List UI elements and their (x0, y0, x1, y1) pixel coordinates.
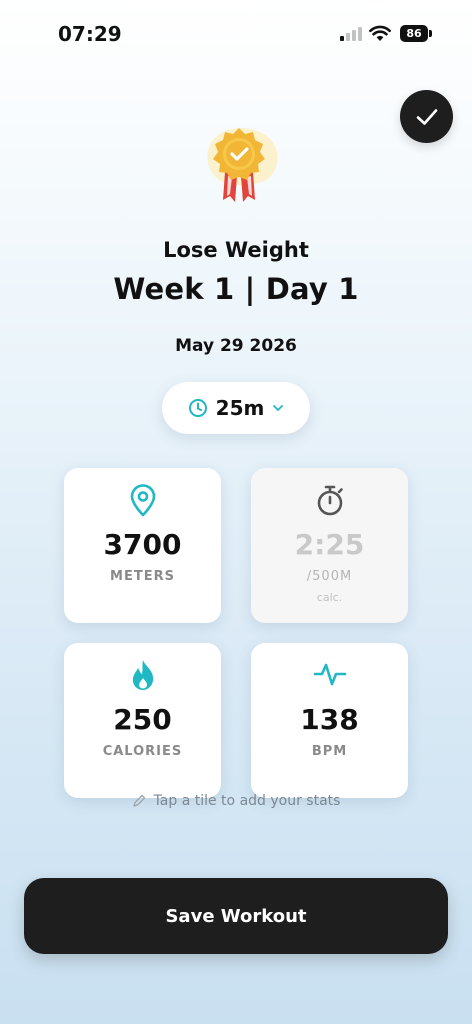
battery-indicator: 86 (400, 25, 432, 42)
heart-rate-value: 138 (300, 703, 359, 736)
program-title: Lose Weight (163, 238, 309, 262)
calories-unit: CALORIES (102, 744, 183, 759)
status-bar: 07:29 86 (0, 0, 472, 64)
battery-level: 86 (400, 25, 428, 42)
tile-hint: Tap a tile to add your stats (0, 793, 472, 809)
pace-value: 2:25 (294, 528, 365, 561)
stat-tile-pace[interactable]: 2:25 /500M calc. (251, 468, 408, 623)
hint-text: Tap a tile to add your stats (153, 793, 341, 809)
cellular-signal-icon (340, 27, 362, 41)
save-workout-button[interactable]: Save Workout (24, 878, 448, 954)
calories-value: 250 (113, 703, 172, 736)
week-day-title: Week 1 | Day 1 (113, 272, 359, 306)
clock-icon (188, 399, 207, 417)
pace-calc-note: calc. (316, 591, 343, 604)
flame-icon (132, 660, 153, 690)
checkmark-icon (416, 108, 437, 125)
wifi-icon (369, 25, 391, 41)
stopwatch-icon (317, 485, 343, 516)
pencil-icon (132, 794, 145, 807)
duration-value: 25m (215, 396, 265, 420)
done-button[interactable] (400, 90, 453, 143)
stat-tile-heart-rate[interactable]: 138 BPM (251, 643, 408, 798)
award-ribbon-icon (207, 128, 278, 202)
chevron-down-icon (273, 405, 284, 411)
stat-tile-distance[interactable]: 3700 METERS (64, 468, 221, 623)
distance-unit: METERS (110, 569, 175, 584)
distance-value: 3700 (103, 528, 182, 561)
location-pin-icon (130, 484, 155, 517)
heart-rate-unit: BPM (311, 744, 348, 759)
duration-selector[interactable]: 25m (162, 382, 310, 434)
pace-unit: /500M (306, 569, 353, 584)
heart-rate-icon (313, 663, 346, 686)
workout-date[interactable]: May 29 2026 (0, 336, 472, 356)
status-time: 07:29 (58, 22, 122, 46)
stat-tile-calories[interactable]: 250 CALORIES (64, 643, 221, 798)
